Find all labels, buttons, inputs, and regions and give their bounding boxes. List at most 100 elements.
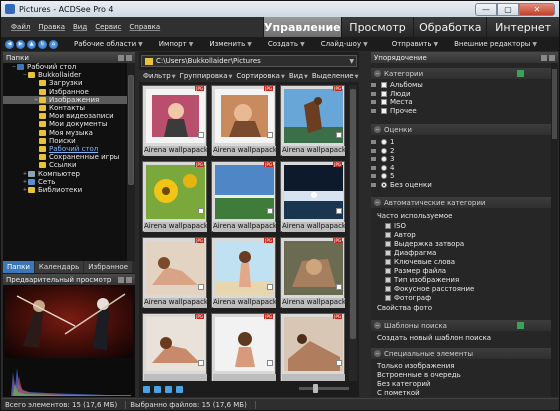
folder-tree-item[interactable]: Загрузки bbox=[3, 79, 127, 87]
filter-menu-1[interactable]: Группировка▼ bbox=[180, 72, 233, 80]
thumbnail-item[interactable]: JPG Airena wallpapack 21... bbox=[211, 237, 276, 308]
panel-close-icon[interactable] bbox=[549, 54, 555, 61]
thumbnail-item[interactable]: JPG Airena wallpapack 21... bbox=[142, 85, 207, 156]
panel-pin-icon[interactable] bbox=[118, 276, 124, 283]
special-item[interactable]: Только изображения bbox=[377, 362, 454, 370]
left-tab-2[interactable]: Избранное bbox=[84, 261, 133, 273]
thumbnail-checkbox[interactable] bbox=[336, 208, 342, 214]
add-category-icon[interactable] bbox=[517, 70, 524, 77]
category-item[interactable]: Альбомы bbox=[381, 81, 423, 89]
auto-category-item[interactable]: ISO bbox=[385, 222, 406, 230]
rating-item[interactable]: 2 bbox=[381, 147, 394, 155]
folder-tree-scrollbar[interactable] bbox=[127, 63, 135, 261]
folder-tree-item[interactable]: + Изображения bbox=[3, 95, 127, 104]
minimize-button[interactable]: — bbox=[475, 2, 497, 16]
thumbnail-checkbox[interactable] bbox=[198, 360, 204, 366]
thumbnail-checkbox[interactable] bbox=[267, 284, 273, 290]
panel-pin-icon[interactable] bbox=[118, 54, 124, 61]
add-search-template-icon[interactable] bbox=[517, 322, 524, 329]
radio-button[interactable] bbox=[381, 173, 387, 179]
folder-tree-item[interactable]: − Рабочий стол bbox=[3, 63, 127, 71]
checkbox[interactable] bbox=[381, 99, 387, 105]
mode-tab-2[interactable]: Обработка bbox=[413, 17, 487, 37]
filter-menu-2[interactable]: Сортировка▼ bbox=[236, 72, 284, 80]
rating-item[interactable]: 4 bbox=[381, 164, 394, 172]
mode-tab-1[interactable]: Просмотр bbox=[340, 17, 414, 37]
folder-tree-item[interactable]: Мои документы bbox=[3, 120, 127, 128]
thumbnail-item[interactable]: JPG bbox=[280, 313, 345, 381]
close-button[interactable]: ✕ bbox=[519, 2, 555, 16]
checkbox[interactable] bbox=[381, 82, 387, 88]
auto-category-item[interactable]: Фотограф bbox=[385, 294, 431, 302]
left-tab-0[interactable]: Папки bbox=[3, 261, 34, 273]
radio-button[interactable] bbox=[381, 181, 387, 188]
category-icon[interactable] bbox=[385, 250, 391, 256]
thumbnail-zoom-slider[interactable] bbox=[299, 384, 349, 393]
refresh-icon[interactable]: ↻ bbox=[38, 39, 47, 49]
thumbnail-item[interactable]: JPG Airena wallpapack 21... bbox=[142, 237, 207, 308]
auto-category-item[interactable]: Тип изображения bbox=[385, 276, 459, 284]
folder-tree-item[interactable]: Ссылки bbox=[3, 161, 127, 169]
folder-tree-item[interactable]: − Bukkollaider bbox=[3, 71, 127, 79]
collapse-icon[interactable]: − bbox=[374, 126, 381, 133]
menu-item-3[interactable]: Сервис bbox=[95, 23, 121, 31]
grid-view-icon[interactable] bbox=[176, 385, 183, 393]
checkbox[interactable] bbox=[381, 90, 387, 97]
radio-button[interactable] bbox=[381, 164, 387, 171]
thumbnail-item[interactable]: JPG bbox=[211, 313, 276, 381]
auto-category-item[interactable]: Автор bbox=[385, 231, 416, 239]
checkbox[interactable] bbox=[381, 107, 387, 114]
rating-item[interactable]: 1 bbox=[381, 138, 394, 146]
collapse-icon[interactable]: − bbox=[374, 322, 381, 329]
ratings-section[interactable]: − Оценки bbox=[371, 124, 551, 135]
view-mode-icon[interactable] bbox=[143, 385, 150, 393]
path-bar[interactable]: C:\Users\Bukkollaider\Pictures ▼ bbox=[141, 55, 357, 67]
create-search-template[interactable]: Создать новый шаблон поиска bbox=[377, 334, 491, 342]
special-items-section[interactable]: − Специальные элементы bbox=[371, 348, 551, 359]
thumbnail-checkbox[interactable] bbox=[336, 360, 342, 366]
radio-button[interactable] bbox=[381, 147, 387, 154]
toolbar-menu-5[interactable]: Отправить ▼ bbox=[392, 40, 438, 48]
category-icon[interactable] bbox=[385, 286, 391, 292]
folder-tree-item[interactable]: + Библиотеки bbox=[3, 186, 127, 194]
chevron-down-icon[interactable]: ▼ bbox=[349, 58, 354, 65]
rating-item[interactable]: 5 bbox=[381, 172, 394, 180]
auto-category-item[interactable]: Ключевые слова bbox=[385, 258, 455, 266]
search-templates-section[interactable]: − Шаблоны поиска bbox=[371, 320, 551, 331]
panel-pin-icon[interactable] bbox=[541, 54, 547, 61]
filter-menu-3[interactable]: Вид▼ bbox=[289, 72, 308, 80]
thumbnail-checkbox[interactable] bbox=[267, 208, 273, 214]
toolbar-menu-2[interactable]: Изменить ▼ bbox=[209, 40, 252, 48]
folder-tree-item[interactable]: + Сеть bbox=[3, 178, 127, 186]
mode-tab-0[interactable]: Управление bbox=[263, 17, 341, 37]
category-icon[interactable] bbox=[385, 259, 391, 265]
collapse-icon[interactable]: − bbox=[374, 350, 381, 357]
thumbnail-checkbox[interactable] bbox=[267, 360, 273, 366]
toolbar-menu-4[interactable]: Слайд-шоу ▼ bbox=[321, 40, 368, 48]
organize-scrollbar[interactable] bbox=[551, 63, 558, 397]
special-item[interactable]: Без категорий bbox=[377, 380, 430, 388]
filter-menu-0[interactable]: Фильтр▼ bbox=[143, 72, 176, 80]
auto-category-item[interactable]: Размер файла bbox=[385, 267, 446, 275]
up-folder-icon[interactable]: ▲ bbox=[27, 39, 36, 49]
folder-tree-item[interactable]: Поиски bbox=[3, 137, 127, 145]
thumbnail-item[interactable]: JPG bbox=[142, 313, 207, 381]
back-icon[interactable]: ◀ bbox=[5, 39, 14, 49]
auto-category-item[interactable]: Выдержка затвора bbox=[385, 240, 464, 248]
rating-item[interactable]: 3 bbox=[381, 155, 394, 163]
folder-tree-item[interactable]: Контакты bbox=[3, 104, 127, 112]
menu-item-2[interactable]: Вид bbox=[73, 23, 87, 31]
thumbnail-checkbox[interactable] bbox=[198, 208, 204, 214]
auto-category-item[interactable]: Диафрагма bbox=[385, 249, 436, 257]
category-icon[interactable] bbox=[385, 223, 391, 229]
category-item[interactable]: Места bbox=[381, 98, 413, 106]
folder-tree-item[interactable]: Рабочий стол bbox=[3, 145, 127, 153]
radio-button[interactable] bbox=[381, 139, 387, 145]
menu-item-1[interactable]: Правка bbox=[38, 23, 65, 31]
category-item[interactable]: Люди bbox=[381, 90, 411, 98]
folder-tree-item[interactable]: + Компьютер bbox=[3, 169, 127, 178]
radio-button[interactable] bbox=[381, 156, 387, 162]
maximize-button[interactable]: ▢ bbox=[497, 2, 519, 16]
menu-item-4[interactable]: Справка bbox=[129, 23, 160, 31]
special-item[interactable]: Встроенные в очередь bbox=[377, 371, 461, 379]
